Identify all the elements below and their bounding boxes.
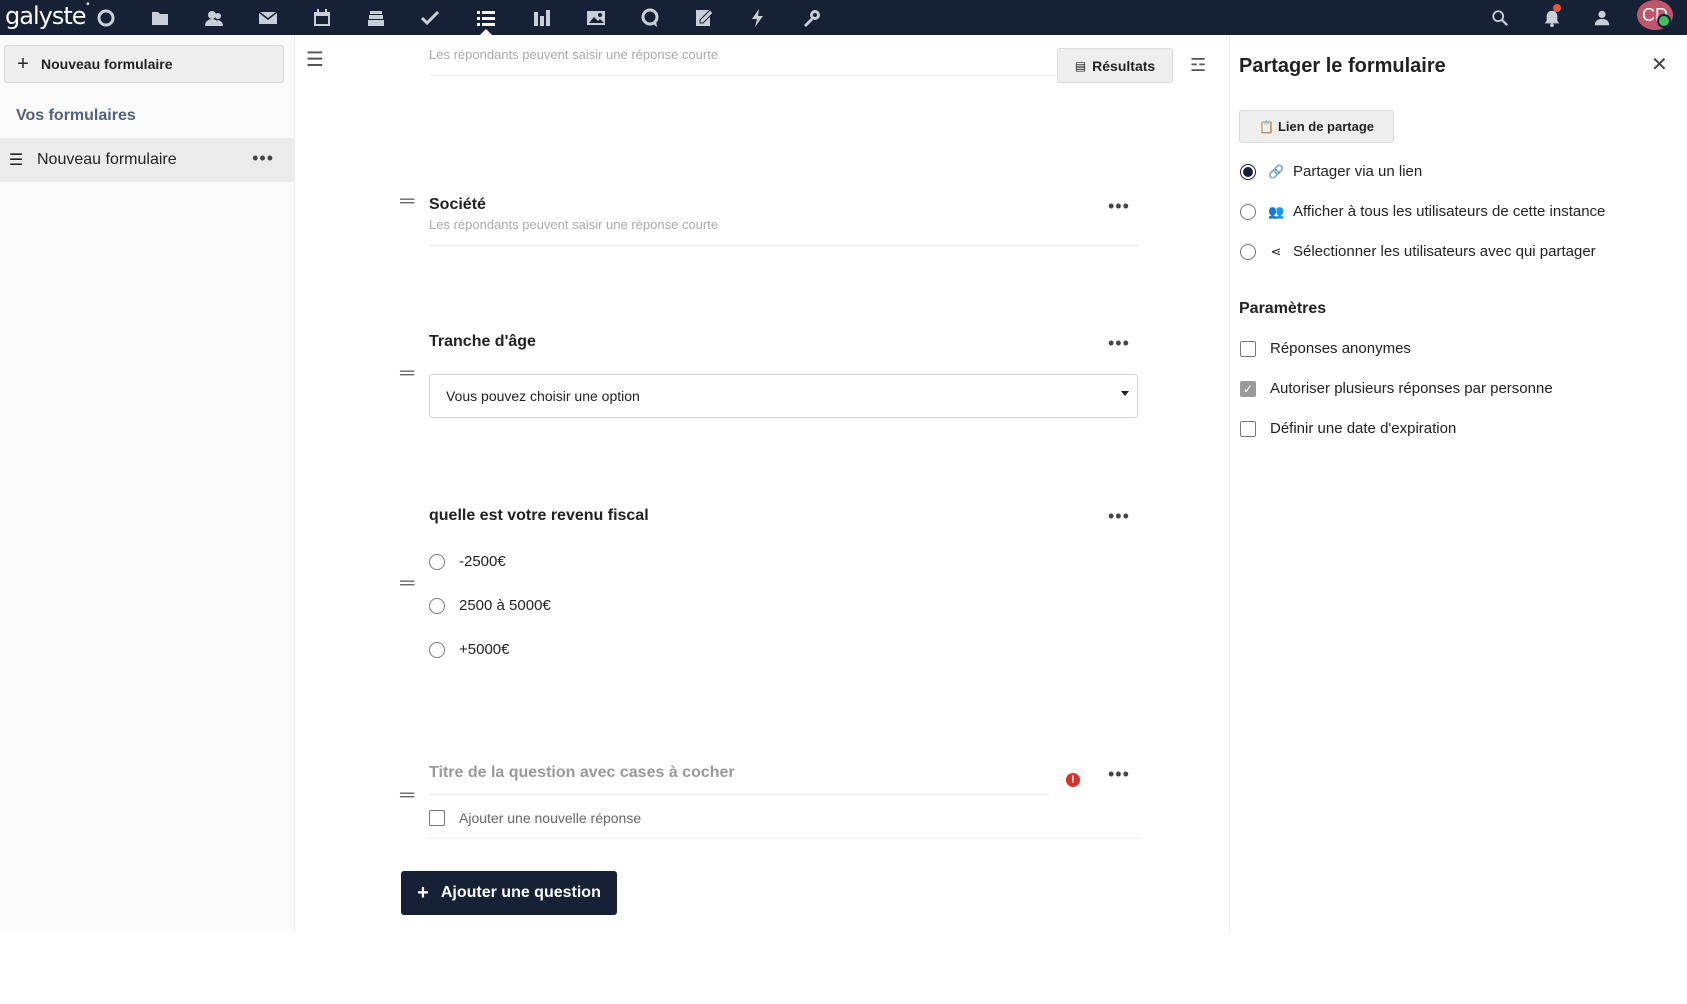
share-link-button[interactable]: 📋 Lien de partage bbox=[1239, 110, 1394, 143]
form-editor: ☰ ▤ Résultats ☲ Les répondants peuvent s… bbox=[296, 35, 1229, 932]
question-title[interactable]: quelle est votre revenu fiscal bbox=[429, 507, 649, 525]
age-range-select[interactable]: Vous pouvez choisir une option bbox=[429, 374, 1138, 418]
calendar-icon[interactable] bbox=[300, 0, 344, 35]
group-icon: 👥 bbox=[1268, 203, 1285, 219]
radio-option[interactable]: +5000€ bbox=[429, 641, 509, 658]
files-icon[interactable] bbox=[138, 0, 182, 35]
share-option-select-users[interactable]: ⋖ Sélectionner les utilisateurs avec qui… bbox=[1240, 243, 1596, 260]
clipboard-icon: 📋 bbox=[1258, 119, 1274, 134]
settings-icon[interactable] bbox=[790, 0, 834, 35]
menu-icon[interactable]: ☰ bbox=[306, 47, 324, 72]
question-more-icon[interactable]: ••• bbox=[1108, 333, 1130, 354]
notification-badge bbox=[1553, 4, 1561, 12]
new-form-button[interactable]: + Nouveau formulaire bbox=[4, 45, 284, 83]
setting-multiple-answers[interactable]: ✓ Autoriser plusieurs réponses par perso… bbox=[1240, 380, 1553, 397]
mail-icon[interactable] bbox=[246, 0, 290, 35]
settings-title: Paramètres bbox=[1239, 300, 1327, 317]
add-answer-input[interactable]: Ajouter une nouvelle réponse bbox=[429, 810, 1139, 839]
setting-expiration[interactable]: Définir une date d'expiration bbox=[1240, 420, 1456, 437]
radio-button[interactable] bbox=[429, 641, 445, 658]
logo[interactable]: galyste • bbox=[5, 0, 91, 30]
radio-button[interactable] bbox=[1240, 243, 1256, 260]
search-icon[interactable] bbox=[1480, 0, 1520, 35]
deck-icon[interactable] bbox=[354, 0, 398, 35]
checkbox[interactable] bbox=[1240, 340, 1256, 357]
drag-handle-icon[interactable]: ═ bbox=[400, 190, 414, 213]
share-option-all-users[interactable]: 👥 Afficher à tous les utilisateurs de ce… bbox=[1240, 203, 1605, 220]
more-icon[interactable]: ••• bbox=[252, 148, 274, 169]
checkbox[interactable]: ✓ bbox=[1240, 380, 1256, 397]
question-title[interactable]: Tranche d'âge bbox=[429, 333, 536, 351]
bell-icon[interactable] bbox=[1532, 0, 1572, 35]
sidebar-item-form[interactable]: ☰ Nouveau formulaire ••• bbox=[0, 138, 294, 182]
share-panel-title: Partager le formulaire bbox=[1239, 55, 1446, 77]
close-icon[interactable]: ✕ bbox=[1651, 52, 1668, 77]
sidebar-caption: Vos formulaires bbox=[16, 107, 136, 124]
radio-button[interactable] bbox=[429, 597, 445, 614]
sidebar-toggle-icon[interactable]: ☲ bbox=[1190, 55, 1206, 76]
setting-anonymous[interactable]: Réponses anonymes bbox=[1240, 340, 1411, 357]
radio-button[interactable] bbox=[1240, 203, 1256, 220]
top-bar: galyste • CD bbox=[0, 0, 1687, 35]
add-question-button[interactable]: + Ajouter une question bbox=[401, 871, 617, 915]
question-more-icon[interactable]: ••• bbox=[1108, 196, 1130, 217]
question-more-icon[interactable]: ••• bbox=[1108, 764, 1130, 785]
question-title[interactable]: Société bbox=[429, 196, 486, 214]
drag-handle-icon[interactable]: ═ bbox=[400, 784, 414, 807]
short-answer-hint: Les répondants peuvent saisir une répons… bbox=[429, 47, 1139, 76]
sidebar: + Nouveau formulaire Vos formulaires ☰ N… bbox=[0, 35, 295, 932]
talk-icon[interactable] bbox=[628, 0, 672, 35]
question-title-input[interactable]: Titre de la question avec cases à cocher bbox=[429, 764, 1049, 795]
question-more-icon[interactable]: ••• bbox=[1108, 506, 1130, 527]
list-icon: ☰ bbox=[8, 152, 24, 169]
checkbox bbox=[429, 810, 445, 826]
contacts-icon[interactable] bbox=[192, 0, 236, 35]
photos-icon[interactable] bbox=[574, 0, 618, 35]
link-icon: 🔗 bbox=[1268, 163, 1285, 179]
plus-icon: + bbox=[17, 52, 29, 75]
analytics-icon[interactable] bbox=[520, 0, 564, 35]
checkbox[interactable] bbox=[1240, 420, 1256, 437]
radio-option[interactable]: 2500 à 5000€ bbox=[429, 597, 551, 614]
share-option-link[interactable]: 🔗 Partager via un lien bbox=[1240, 163, 1422, 180]
status-indicator bbox=[1657, 14, 1671, 28]
share-panel: Partager le formulaire ✕ 📋 Lien de parta… bbox=[1229, 35, 1687, 932]
radio-option[interactable]: -2500€ bbox=[429, 553, 506, 570]
chevron-down-icon bbox=[1121, 391, 1129, 396]
share-icon: ⋖ bbox=[1270, 243, 1282, 259]
notes-icon[interactable] bbox=[682, 0, 726, 35]
dashboard-icon[interactable] bbox=[84, 0, 128, 35]
plus-icon: + bbox=[417, 881, 429, 904]
short-answer-hint: Les répondants peuvent saisir une répons… bbox=[429, 217, 1139, 246]
forms-icon[interactable] bbox=[464, 0, 508, 35]
activity-icon[interactable] bbox=[736, 0, 780, 35]
radio-button[interactable] bbox=[429, 553, 445, 570]
drag-handle-icon[interactable]: ═ bbox=[400, 362, 414, 385]
drag-handle-icon[interactable]: ═ bbox=[400, 572, 414, 595]
error-icon: ! bbox=[1066, 773, 1080, 787]
tasks-icon[interactable] bbox=[408, 0, 452, 35]
radio-button[interactable] bbox=[1240, 163, 1256, 180]
contacts-menu-icon[interactable] bbox=[1582, 0, 1622, 35]
